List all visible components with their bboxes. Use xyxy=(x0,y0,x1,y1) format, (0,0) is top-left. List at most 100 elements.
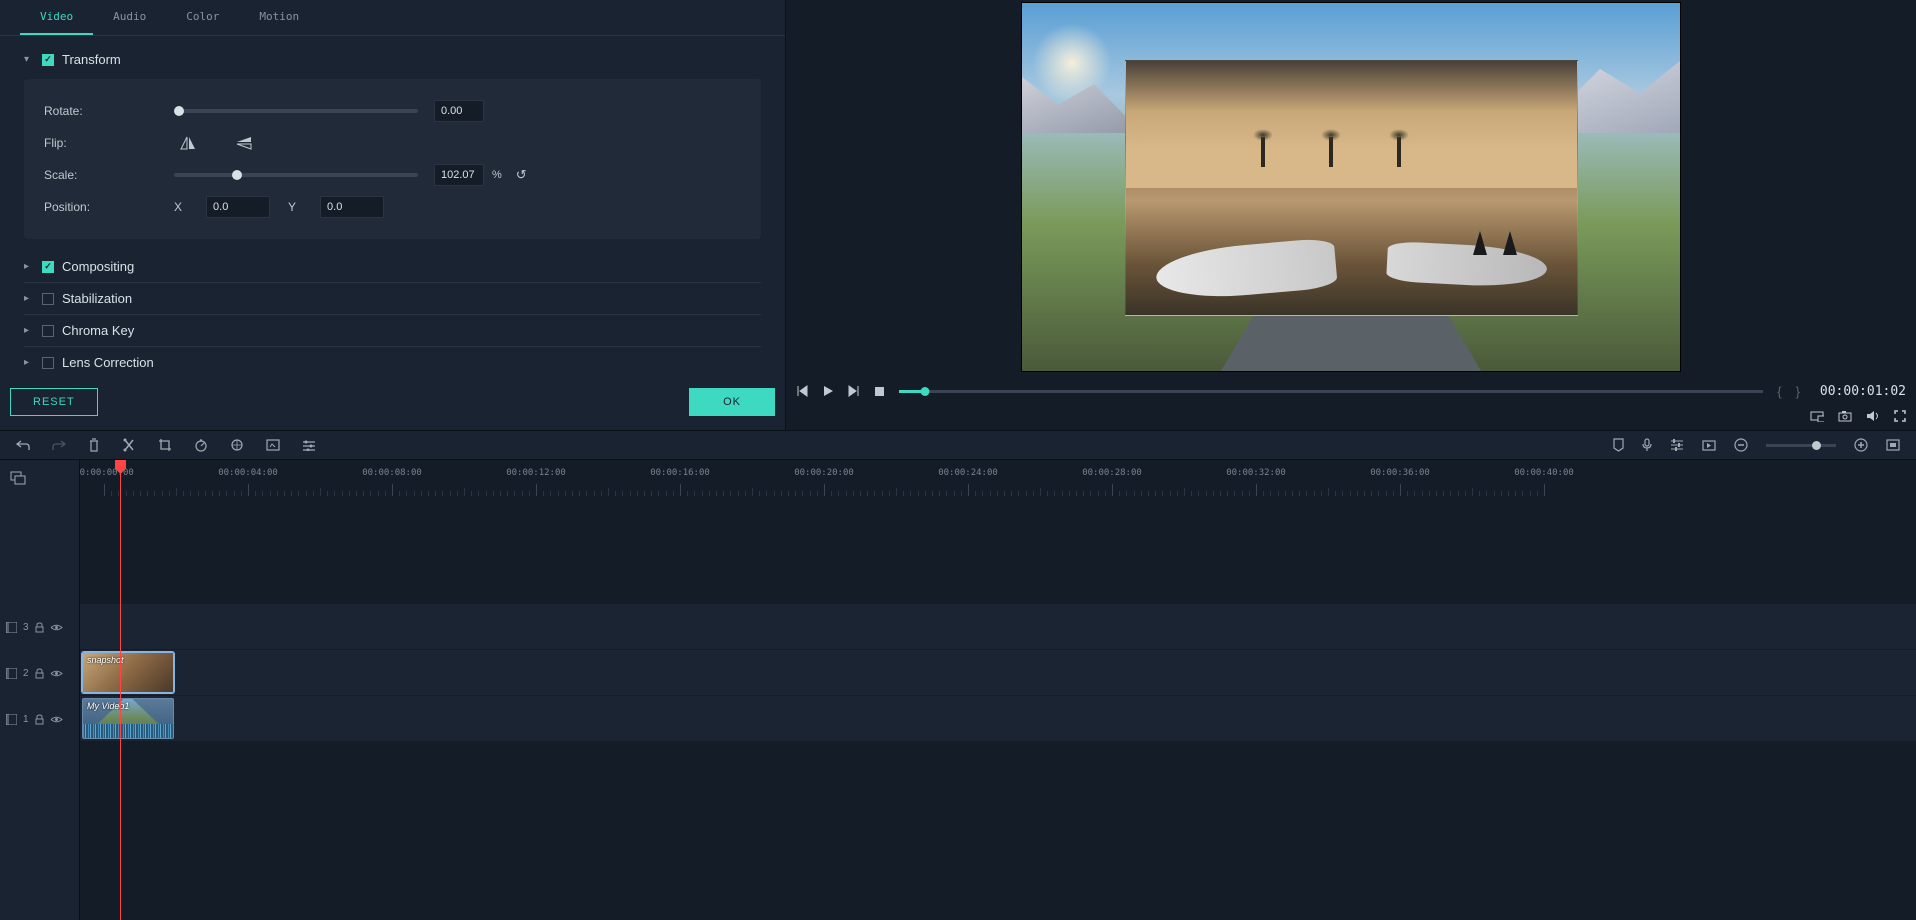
clip-myvideo1[interactable]: My Video1 xyxy=(82,698,174,739)
chroma-checkbox[interactable] xyxy=(42,325,54,337)
zoom-slider[interactable] xyxy=(1766,444,1836,447)
track-lane-empty[interactable] xyxy=(80,496,1916,604)
timeline: 3 2 1 00:00:00:0000:00:04:0000:00:08:000… xyxy=(0,460,1916,920)
marker-icon[interactable] xyxy=(1613,438,1624,452)
snapshot-icon[interactable] xyxy=(1838,410,1852,422)
section-compositing[interactable]: ▸ Compositing xyxy=(24,251,761,283)
tab-video[interactable]: Video xyxy=(20,0,93,35)
lock-icon[interactable] xyxy=(35,622,44,633)
stabilization-checkbox[interactable] xyxy=(42,293,54,305)
track-lane-1[interactable]: My Video1 xyxy=(80,696,1916,742)
scale-unit: % xyxy=(492,169,502,181)
ruler-label: 00:00:04:00 xyxy=(218,468,278,478)
tab-color[interactable]: Color xyxy=(166,0,239,35)
render-icon[interactable] xyxy=(1702,440,1716,451)
next-frame-icon[interactable] xyxy=(848,385,860,397)
ruler-label: 00:00:16:00 xyxy=(650,468,710,478)
stop-icon[interactable] xyxy=(874,386,885,397)
tab-motion[interactable]: Motion xyxy=(239,0,319,35)
mixer-icon[interactable] xyxy=(1670,439,1684,451)
reset-button[interactable]: RESET xyxy=(10,388,98,416)
position-label: Position: xyxy=(44,200,174,214)
chevron-right-icon[interactable]: ▸ xyxy=(24,261,38,272)
playhead[interactable] xyxy=(120,460,121,920)
redo-icon[interactable] xyxy=(52,438,66,452)
play-icon[interactable] xyxy=(822,385,834,397)
stabilization-label: Stabilization xyxy=(62,291,132,306)
scale-slider[interactable] xyxy=(174,173,418,177)
chevron-right-icon[interactable]: ▸ xyxy=(24,357,38,368)
position-x-input[interactable] xyxy=(206,196,270,218)
track-lane-2[interactable]: snapshot xyxy=(80,650,1916,696)
section-chroma-key[interactable]: ▸ Chroma Key xyxy=(24,315,761,347)
lock-icon[interactable] xyxy=(35,714,44,725)
lens-label: Lens Correction xyxy=(62,355,154,370)
compositing-label: Compositing xyxy=(62,259,134,274)
track-type-icon[interactable] xyxy=(6,668,17,679)
zoom-out-icon[interactable] xyxy=(1734,438,1748,452)
ruler-label: 00:00:36:00 xyxy=(1370,468,1430,478)
transform-label: Transform xyxy=(62,52,121,67)
reset-scale-icon[interactable]: ↺ xyxy=(516,167,527,183)
track-header-1: 1 xyxy=(0,696,79,742)
chevron-right-icon[interactable]: ▸ xyxy=(24,293,38,304)
split-icon[interactable] xyxy=(122,438,136,452)
transform-checkbox[interactable] xyxy=(42,54,54,66)
crop-icon[interactable] xyxy=(158,438,172,452)
chevron-right-icon[interactable]: ▸ xyxy=(24,325,38,336)
compositing-checkbox[interactable] xyxy=(42,261,54,273)
tab-audio[interactable]: Audio xyxy=(93,0,166,35)
lens-checkbox[interactable] xyxy=(42,357,54,369)
preview-viewport[interactable] xyxy=(786,0,1916,376)
clip-label: My Video1 xyxy=(87,701,129,711)
green-screen-icon[interactable] xyxy=(266,438,280,452)
eye-icon[interactable] xyxy=(50,623,63,632)
track-header-2: 2 xyxy=(0,650,79,696)
y-label: Y xyxy=(288,200,296,214)
flip-vertical-icon[interactable] xyxy=(236,136,252,150)
zoom-fit-icon[interactable] xyxy=(1886,439,1900,451)
section-stabilization[interactable]: ▸ Stabilization xyxy=(24,283,761,315)
section-transform[interactable]: ▾ Transform xyxy=(24,44,761,75)
chevron-down-icon[interactable]: ▾ xyxy=(24,54,38,65)
rotate-slider[interactable] xyxy=(174,109,418,113)
delete-icon[interactable] xyxy=(88,438,100,452)
zoom-in-icon[interactable] xyxy=(1854,438,1868,452)
ruler-label: 00:00:00:00 xyxy=(80,468,134,478)
flip-horizontal-icon[interactable] xyxy=(180,136,196,150)
volume-icon[interactable] xyxy=(1866,410,1880,422)
scale-input[interactable] xyxy=(434,164,484,186)
track-lane-3[interactable] xyxy=(80,604,1916,650)
prev-frame-icon[interactable] xyxy=(796,385,808,397)
chroma-label: Chroma Key xyxy=(62,323,134,338)
quality-icon[interactable] xyxy=(1810,410,1824,422)
section-lens-correction[interactable]: ▸ Lens Correction xyxy=(24,347,761,378)
undo-icon[interactable] xyxy=(16,438,30,452)
timeline-ruler[interactable]: 00:00:00:0000:00:04:0000:00:08:0000:00:1… xyxy=(80,460,1916,496)
eye-icon[interactable] xyxy=(50,669,63,678)
color-icon[interactable] xyxy=(230,438,244,452)
track-type-icon[interactable] xyxy=(6,714,17,725)
track-num: 1 xyxy=(23,714,29,725)
record-voice-icon[interactable] xyxy=(1642,438,1652,452)
track-type-icon[interactable] xyxy=(6,622,17,633)
mark-out-icon[interactable]: } xyxy=(1796,384,1800,399)
property-tabs: Video Audio Color Motion xyxy=(0,0,785,36)
rotate-label: Rotate: xyxy=(44,104,174,118)
position-y-input[interactable] xyxy=(320,196,384,218)
track-num: 2 xyxy=(23,668,29,679)
fullscreen-icon[interactable] xyxy=(1894,410,1906,422)
track-num: 3 xyxy=(23,622,29,633)
speed-icon[interactable] xyxy=(194,438,208,452)
rotate-input[interactable] xyxy=(434,100,484,122)
manage-tracks-icon[interactable] xyxy=(10,471,26,485)
ok-button[interactable]: OK xyxy=(689,388,775,416)
adjust-icon[interactable] xyxy=(302,438,316,452)
lock-icon[interactable] xyxy=(35,668,44,679)
mark-in-icon[interactable]: { xyxy=(1777,384,1781,399)
timeline-toolbar xyxy=(0,430,1916,460)
clip-snapshot[interactable]: snapshot xyxy=(82,652,174,693)
preview-progress[interactable] xyxy=(899,390,1763,393)
clip-label: snapshot xyxy=(87,655,124,665)
eye-icon[interactable] xyxy=(50,715,63,724)
